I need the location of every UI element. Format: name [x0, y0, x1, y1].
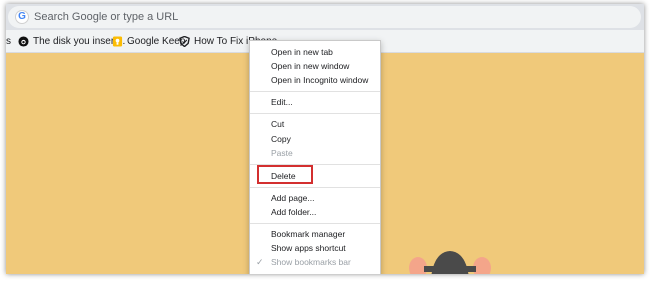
- menu-item-edit[interactable]: Edit...: [250, 95, 380, 109]
- menu-item-add-folder[interactable]: Add folder...: [250, 205, 380, 219]
- menu-item-label: Add folder...: [271, 207, 317, 217]
- bookmark-label: s: [6, 35, 11, 47]
- keep-icon: [112, 35, 123, 47]
- menu-item-label: Open in new window: [271, 61, 350, 71]
- menu-item-show-apps-shortcut[interactable]: Show apps shortcut: [250, 241, 380, 255]
- google-g-icon: G: [15, 10, 29, 24]
- menu-item-show-bookmarks-bar[interactable]: ✓ Show bookmarks bar: [250, 255, 380, 269]
- menu-item-open-new-tab[interactable]: Open in new tab: [250, 45, 380, 59]
- bookmark-item-partial[interactable]: s: [6, 34, 11, 48]
- github-icon: [18, 35, 29, 47]
- menu-item-label: Bookmark manager: [271, 229, 346, 239]
- delete-highlight-box: [257, 165, 313, 184]
- menu-item-label: Paste: [271, 148, 293, 158]
- menu-item-label: Cut: [271, 119, 285, 129]
- menu-item-copy[interactable]: Copy: [250, 132, 380, 146]
- toolbar: G Search Google or type a URL: [6, 4, 644, 30]
- menu-item-label: Open in Incognito window: [271, 75, 369, 85]
- menu-item-cut[interactable]: Cut: [250, 117, 380, 131]
- menu-item-label: Copy: [271, 134, 291, 144]
- menu-item-label: Show apps shortcut: [271, 243, 346, 253]
- bookmark-item-keep[interactable]: Google Keep: [112, 34, 185, 48]
- menu-item-paste: Paste: [250, 146, 380, 160]
- bookmark-label: Google Keep: [127, 35, 186, 47]
- menu-item-label: Show bookmarks bar: [271, 257, 351, 267]
- menu-separator: [250, 91, 380, 92]
- bookmark-item-disk[interactable]: The disk you insert...: [18, 34, 125, 48]
- menu-separator: [250, 187, 380, 188]
- character-illustration: [409, 251, 491, 274]
- context-menu: Open in new tab Open in new window Open …: [249, 40, 381, 274]
- shield-icon: [179, 35, 190, 47]
- menu-item-bookmark-manager[interactable]: Bookmark manager: [250, 227, 380, 241]
- menu-item-open-new-window[interactable]: Open in new window: [250, 59, 380, 73]
- menu-separator: [250, 113, 380, 114]
- menu-item-label: Open in new tab: [271, 47, 333, 57]
- menu-item-label: Add page...: [271, 193, 315, 203]
- omnibox-placeholder: Search Google or type a URL: [34, 11, 179, 23]
- menu-item-add-page[interactable]: Add page...: [250, 191, 380, 205]
- browser-window: G Search Google or type a URL s The disk…: [6, 4, 644, 274]
- menu-item-label: Edit...: [271, 97, 293, 107]
- omnibox[interactable]: G Search Google or type a URL: [8, 6, 641, 28]
- menu-separator: [250, 223, 380, 224]
- menu-item-open-incognito[interactable]: Open in Incognito window: [250, 73, 380, 87]
- checkmark-icon: ✓: [256, 257, 264, 267]
